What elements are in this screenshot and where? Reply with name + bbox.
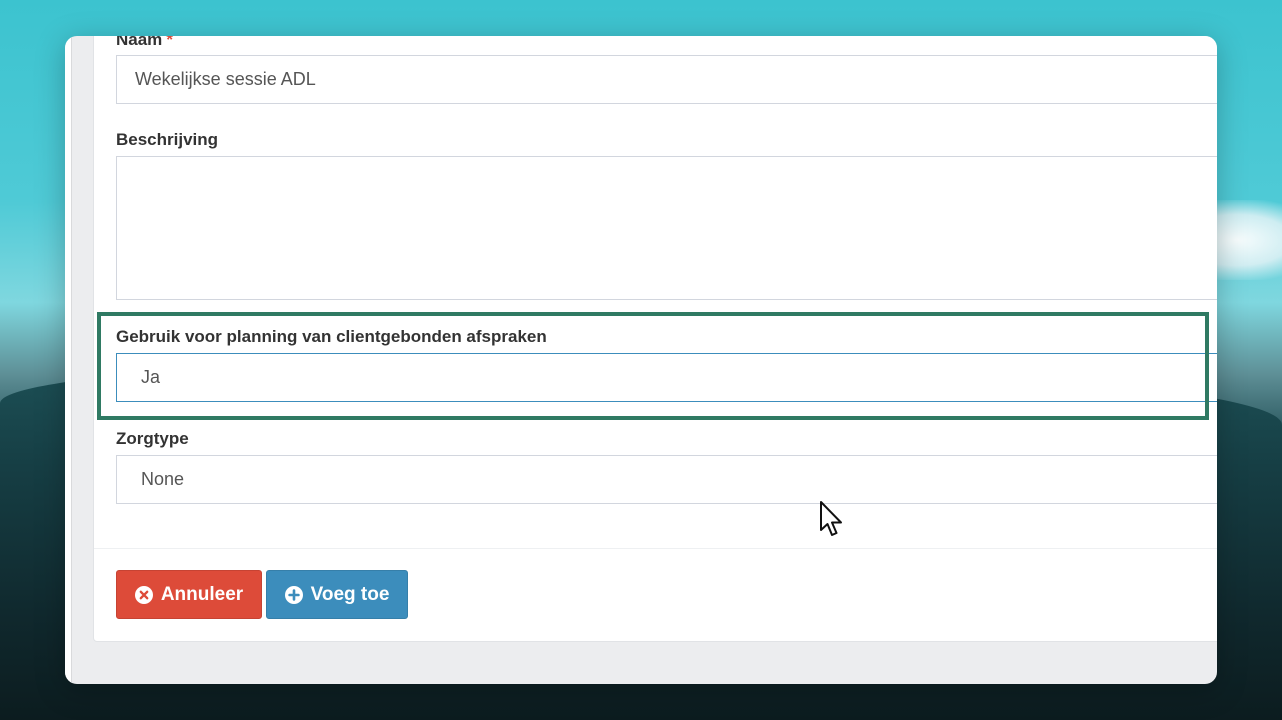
naam-input[interactable]: Wekelijkse sessie ADL bbox=[116, 55, 1217, 104]
mouse-pointer-icon bbox=[820, 501, 842, 536]
cancel-button[interactable]: Annuleer bbox=[116, 570, 262, 619]
zorgtype-select-value: None bbox=[141, 469, 185, 489]
times-circle-icon bbox=[134, 585, 153, 604]
naam-label: Naam * bbox=[116, 36, 173, 50]
app-window: Naam * Wekelijkse sessie ADL Beschrijving… bbox=[65, 36, 1217, 684]
beschrijving-textarea[interactable] bbox=[116, 156, 1217, 300]
zorgtype-select[interactable]: None bbox=[116, 455, 1217, 504]
form-footer-divider bbox=[94, 548, 1217, 549]
naam-label-text: Naam bbox=[116, 36, 163, 49]
zorgtype-label: Zorgtype bbox=[116, 429, 189, 448]
highlight-frame bbox=[97, 312, 1209, 420]
naam-input-value: Wekelijkse sessie ADL bbox=[135, 69, 316, 89]
add-button-label: Voeg toe bbox=[310, 583, 390, 605]
plus-circle-icon bbox=[284, 585, 303, 604]
sidebar-edge bbox=[65, 36, 72, 684]
cancel-button-label: Annuleer bbox=[160, 583, 244, 605]
beschrijving-label: Beschrijving bbox=[116, 130, 219, 149]
add-button[interactable]: Voeg toe bbox=[266, 570, 408, 619]
required-mark: * bbox=[166, 36, 173, 49]
